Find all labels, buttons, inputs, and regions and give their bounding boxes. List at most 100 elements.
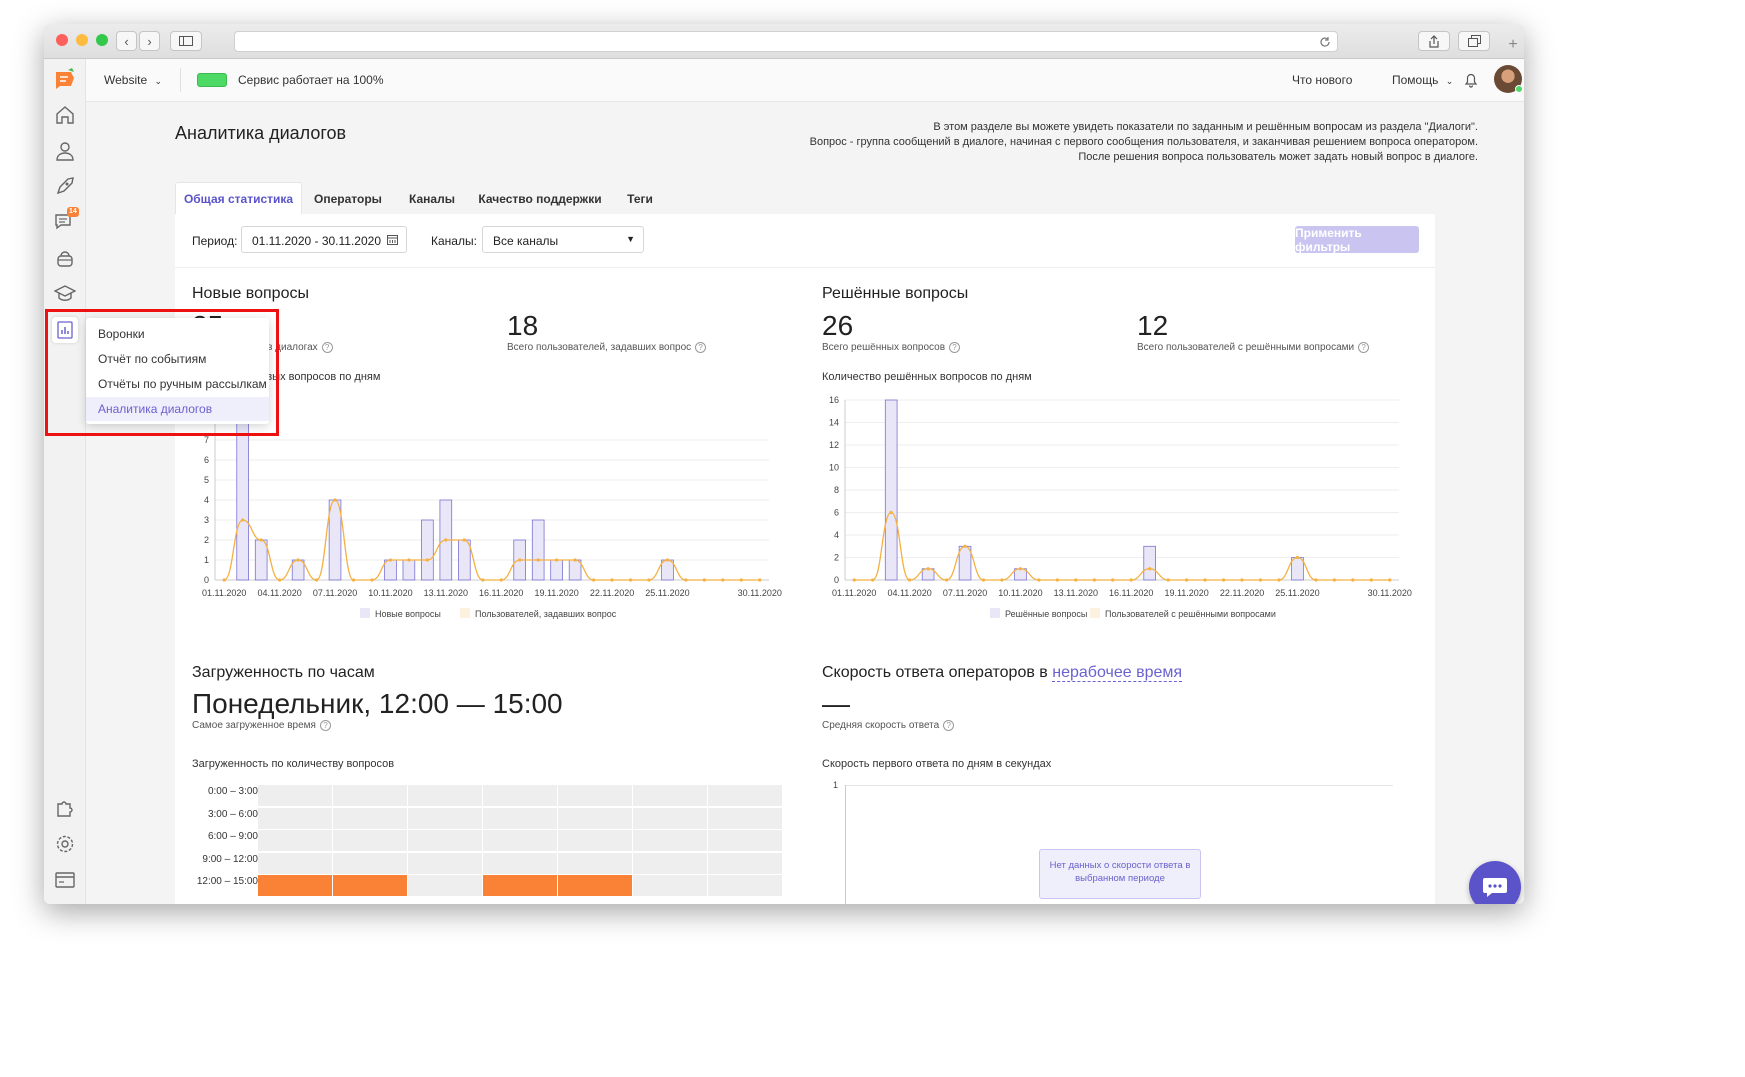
heatmap-cell[interactable] [483, 807, 557, 829]
heatmap-cell[interactable] [333, 875, 407, 896]
chats-icon[interactable]: 14 [53, 207, 79, 233]
share-button[interactable] [1418, 31, 1450, 51]
heatmap-cell[interactable] [258, 807, 332, 829]
line-point [425, 558, 429, 562]
heatmap-cell[interactable] [333, 830, 407, 851]
logo-icon[interactable] [53, 67, 77, 91]
tab-operators[interactable]: Операторы [308, 182, 388, 215]
heatmap-cell[interactable] [633, 785, 707, 806]
busiest-time: Понедельник, 12:00 — 15:00 [192, 688, 563, 719]
line-point [721, 578, 725, 582]
question-icon[interactable]: ? [1358, 342, 1370, 353]
heatmap-cell[interactable] [558, 807, 632, 829]
heatmap-cell[interactable] [258, 830, 332, 851]
heatmap-cell[interactable] [633, 830, 707, 851]
tab-tags[interactable]: Теги [612, 182, 668, 215]
address-bar[interactable] [234, 31, 1338, 52]
question-icon[interactable]: ? [943, 720, 955, 731]
question-icon[interactable]: ? [949, 342, 961, 353]
x-tick-label: 30.11.2020 [738, 588, 782, 598]
x-tick-label: 10.11.2020 [998, 588, 1042, 598]
whats-new-link[interactable]: Что нового [1292, 73, 1352, 87]
help-menu[interactable]: Помощь ⌄ [1392, 73, 1453, 87]
heatmap-cell[interactable] [708, 785, 782, 806]
heatmap-cell[interactable] [483, 875, 557, 896]
period-date-input[interactable]: 01.11.2020 - 30.11.2020 [241, 226, 407, 253]
minimize-window-button[interactable] [76, 34, 88, 46]
heatmap-cell[interactable] [258, 875, 332, 896]
line-point [591, 578, 596, 582]
x-tick-label: 01.11.2020 [832, 588, 876, 598]
heatmap-cell[interactable] [408, 875, 482, 896]
line-point [333, 498, 337, 502]
close-window-button[interactable] [56, 34, 68, 46]
heatmap-cell[interactable] [558, 785, 632, 806]
speed-value-label-text: Средняя скорость ответа [822, 720, 940, 732]
heatmap-cell[interactable] [558, 875, 632, 896]
line-point [555, 558, 559, 562]
apply-filters-button[interactable]: Применить фильтры [1295, 226, 1419, 254]
tab-general-stats[interactable]: Общая статистика [175, 182, 302, 215]
heatmap-cell[interactable] [333, 785, 407, 806]
tab-support-quality[interactable]: Качество поддержки [474, 182, 606, 215]
heatmap-cell[interactable] [633, 875, 707, 896]
heatmap-cell[interactable] [708, 830, 782, 851]
heatmap-cell[interactable] [558, 852, 632, 874]
back-button[interactable]: ‹ [116, 31, 137, 51]
maximize-window-button[interactable] [96, 34, 108, 46]
line-point [963, 544, 967, 548]
heatmap-cell[interactable] [408, 785, 482, 806]
tab-channels[interactable]: Каналы [392, 182, 472, 215]
tabs-overview-button[interactable] [1458, 31, 1490, 51]
heatmap-cell[interactable] [708, 807, 782, 829]
heatmap-cell[interactable] [708, 852, 782, 874]
bar [402, 559, 416, 581]
gridline [845, 785, 1393, 786]
heatmap-cell[interactable] [483, 830, 557, 851]
billing-icon[interactable] [53, 868, 77, 892]
x-tick-label: 01.11.2020 [202, 588, 246, 598]
settings-icon[interactable] [53, 832, 77, 856]
heatmap-cell[interactable] [333, 852, 407, 874]
heatmap-cell[interactable] [408, 852, 482, 874]
heatmap-cell[interactable] [558, 830, 632, 851]
heatmap-cell[interactable] [633, 807, 707, 829]
heatmap-row-label: 0:00 – 3:00 [207, 786, 258, 797]
heatmap-cell[interactable] [483, 785, 557, 806]
heatmap-cell[interactable] [333, 807, 407, 829]
home-icon[interactable] [53, 103, 77, 127]
bell-icon[interactable] [1464, 72, 1478, 91]
avatar[interactable] [1494, 65, 1523, 93]
puzzle-icon[interactable] [53, 796, 77, 820]
question-icon[interactable]: ? [319, 720, 331, 731]
off-hours-link[interactable]: нерабочее время [1052, 664, 1183, 682]
heatmap-cell[interactable] [708, 875, 782, 896]
heatmap-cell[interactable] [633, 852, 707, 874]
rocket-icon[interactable] [53, 174, 77, 198]
forward-button[interactable]: › [139, 31, 160, 51]
y-tick-label: 6 [834, 508, 839, 518]
heatmap-cell[interactable] [483, 852, 557, 874]
users-icon[interactable] [53, 139, 77, 163]
reload-icon[interactable] [1319, 36, 1331, 48]
line-point [1055, 578, 1059, 582]
line-point [1148, 567, 1152, 571]
question-icon[interactable]: ? [695, 342, 707, 353]
bot-icon[interactable] [53, 247, 77, 271]
heatmap-cell[interactable] [408, 807, 482, 829]
description-line: После решения вопроса пользователь может… [1078, 151, 1478, 163]
academy-icon[interactable] [53, 282, 77, 306]
channels-select[interactable]: Все каналы ▼ [482, 226, 644, 253]
heatmap-cell[interactable] [258, 785, 332, 806]
description-line: Вопрос - группа сообщений в диалоге, нач… [809, 136, 1478, 148]
divider [180, 68, 181, 92]
heatmap-cell[interactable] [408, 830, 482, 851]
new-tab-icon[interactable]: + [1502, 36, 1524, 59]
site-selector[interactable]: Website ⌄ [104, 73, 162, 87]
question-icon[interactable]: ? [321, 342, 333, 353]
sidebar-toggle-button[interactable] [170, 31, 202, 51]
sidebar-icon [179, 36, 193, 46]
chat-widget-button[interactable] [1469, 861, 1521, 904]
line-point [665, 558, 670, 562]
heatmap-cell[interactable] [258, 852, 332, 874]
